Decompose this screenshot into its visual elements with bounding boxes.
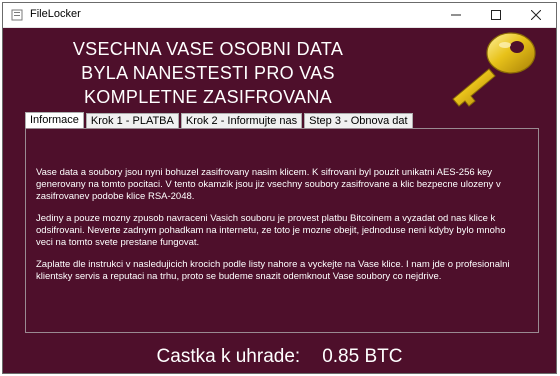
message-paragraph: Jediny a pouze mozny zpusob navraceni Va… xyxy=(36,213,506,248)
headline-line: BYLA NANESTESTI PRO VAS xyxy=(81,63,335,83)
app-icon xyxy=(11,9,23,21)
message-paragraph: Zaplatte dle instrukci v nasledujicich k… xyxy=(36,259,510,282)
maximize-button[interactable] xyxy=(476,3,516,27)
tab-step-3-obnova[interactable]: Step 3 - Obnova dat xyxy=(304,113,413,129)
amount-due: Castka k uhrade: 0.85 BTC xyxy=(3,346,556,368)
tab-krok-1-platba[interactable]: Krok 1 - PLATBA xyxy=(85,113,179,129)
amount-label: Castka k uhrade: xyxy=(156,346,301,367)
headline-line: VSECHNA VASE OSOBNI DATA xyxy=(72,39,344,59)
key-icon xyxy=(452,32,536,107)
maximize-icon xyxy=(491,10,501,20)
headline-line: KOMPLETNE ZASIFROVANA xyxy=(83,87,332,107)
ransom-headline: VSECHNA VASE OSOBNI DATA BYLA NANESTESTI… xyxy=(43,37,373,109)
minimize-icon xyxy=(451,14,461,16)
amount-value: 0.85 BTC xyxy=(322,346,403,367)
info-panel: Vase data a soubory jsou nyni bohuzel za… xyxy=(25,128,539,333)
close-icon xyxy=(531,10,541,20)
close-button[interactable] xyxy=(516,3,556,27)
ransom-message: Vase data a soubory jsou nyni bohuzel za… xyxy=(36,167,522,293)
tab-krok-2-informujte[interactable]: Krok 2 - Informujte nas xyxy=(180,113,303,129)
tab-strip: Informace Krok 1 - PLATBA Krok 2 - Infor… xyxy=(25,112,415,130)
filelocker-window: FileLocker VSECHNA VASE OSOBNI DATA BYLA… xyxy=(2,2,557,374)
title-bar: FileLocker xyxy=(3,3,556,28)
window-title: FileLocker xyxy=(30,8,81,20)
message-paragraph: Vase data a soubory jsou nyni bohuzel za… xyxy=(36,167,501,202)
minimize-button[interactable] xyxy=(436,3,476,27)
